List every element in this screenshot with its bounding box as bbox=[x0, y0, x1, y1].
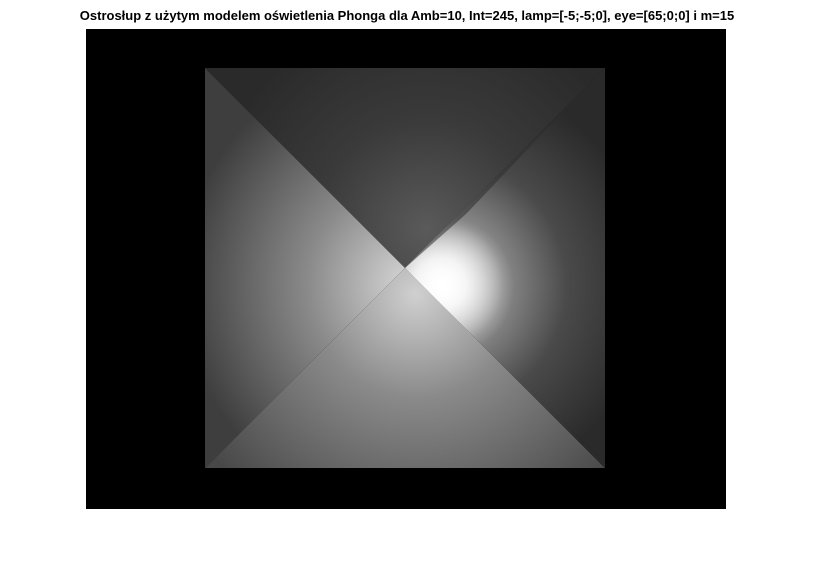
pyramid-render bbox=[205, 68, 605, 468]
figure-title: Ostrosłup z użytym modelem oświetlenia P… bbox=[79, 8, 735, 23]
render-canvas bbox=[86, 29, 726, 509]
